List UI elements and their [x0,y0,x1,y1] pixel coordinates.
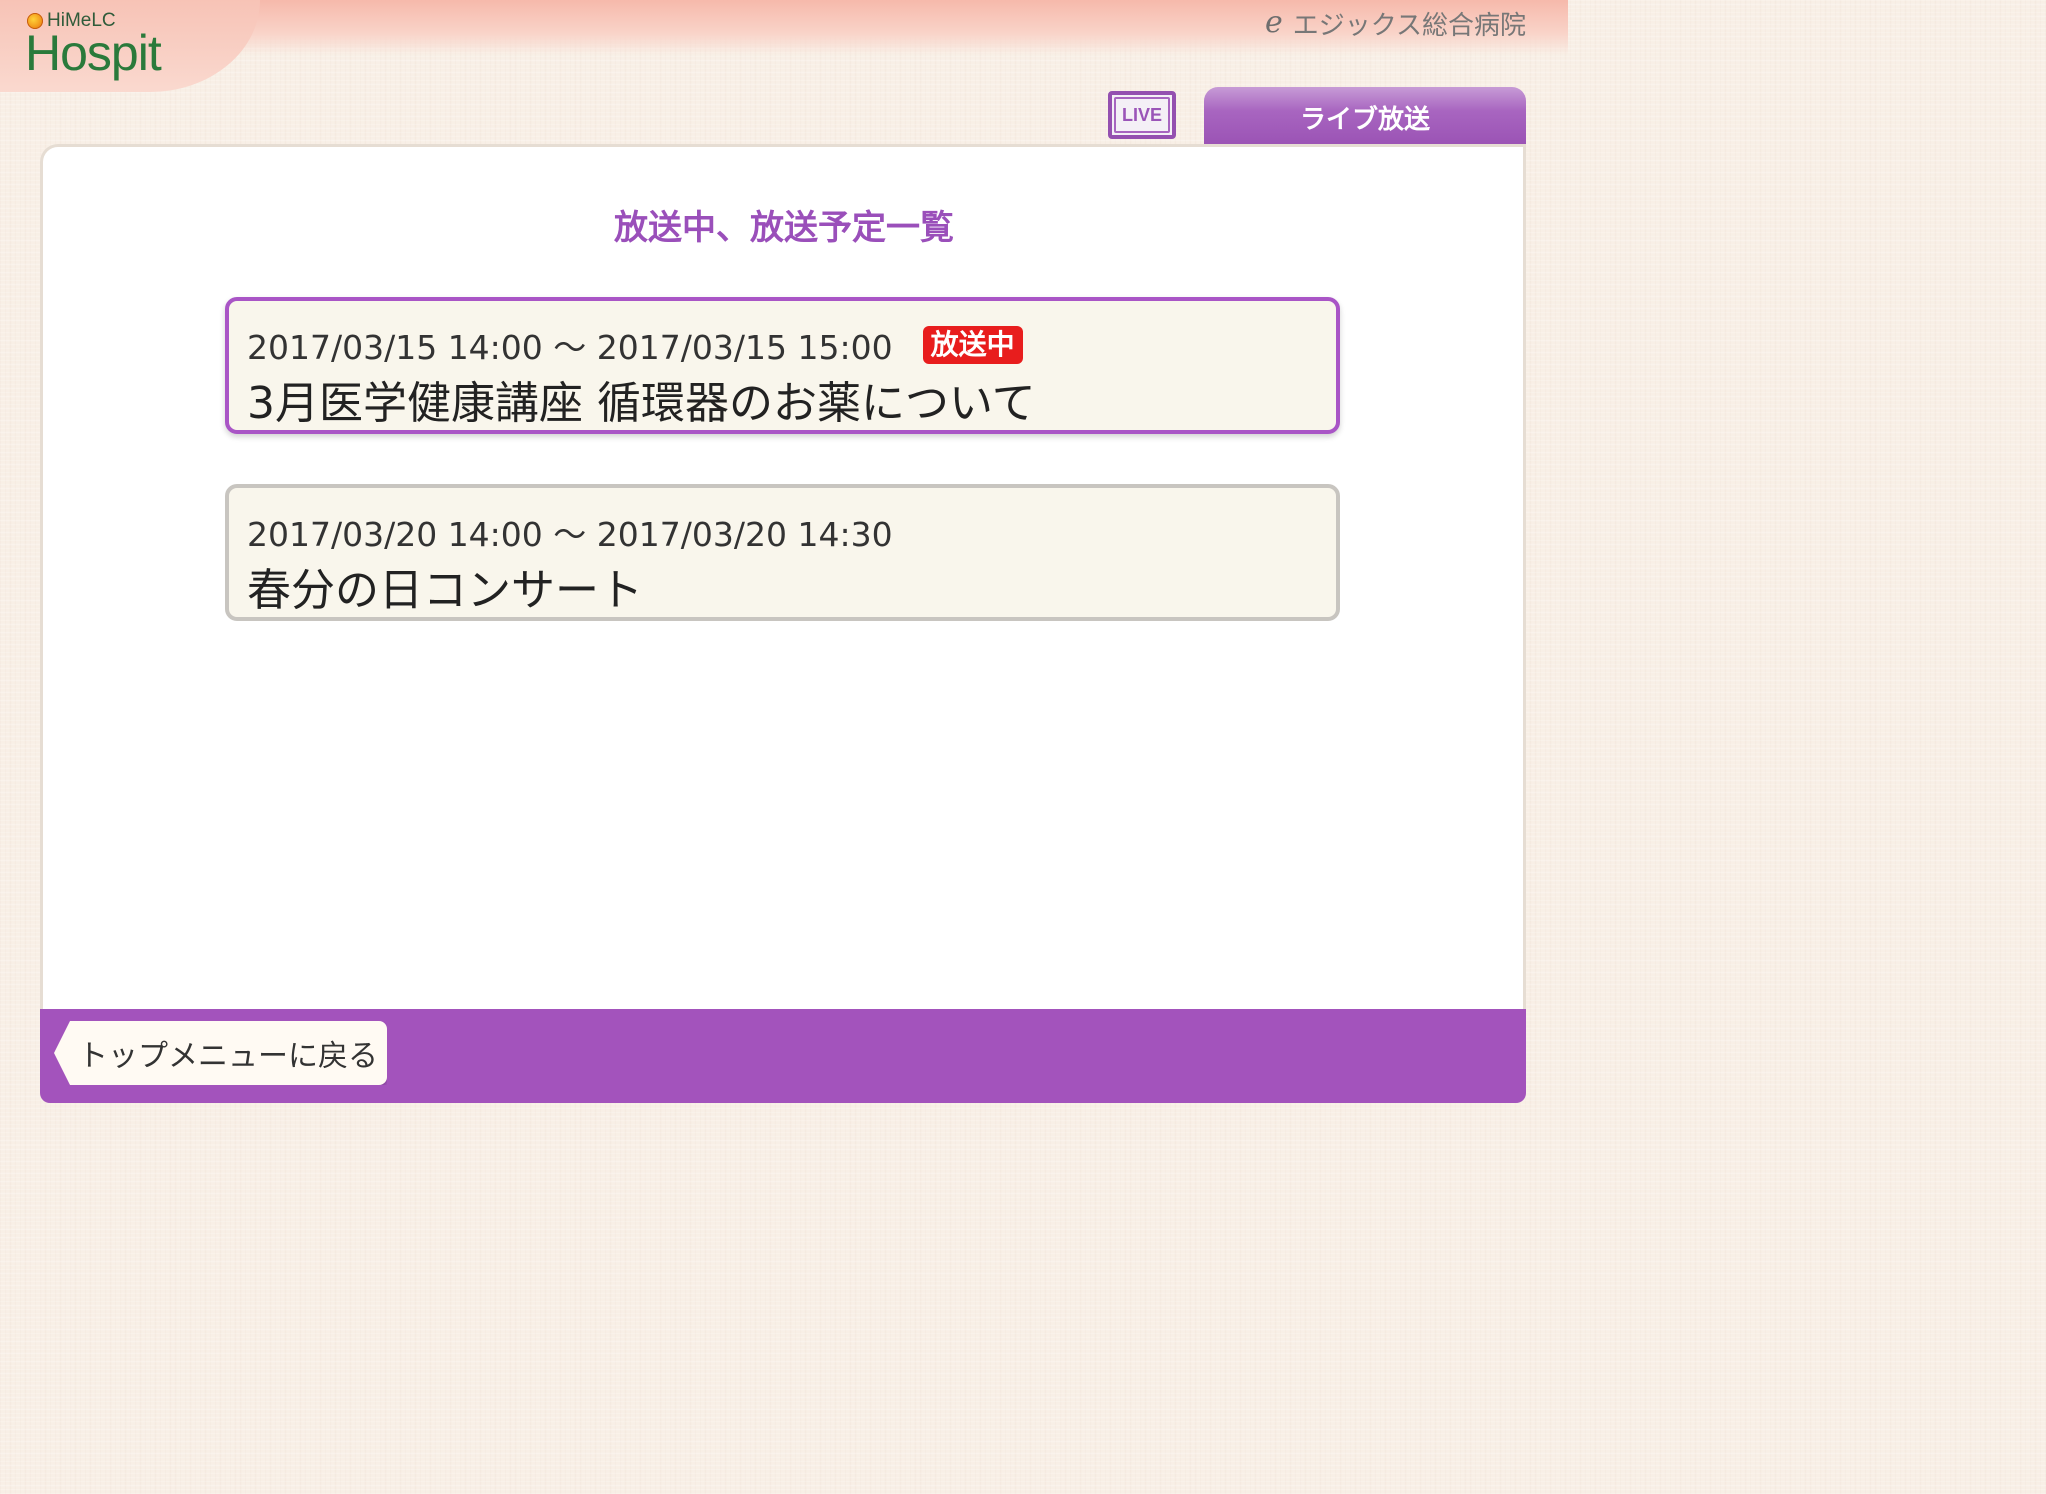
broadcast-time: 2017/03/20 14:00 〜 2017/03/20 14:30 [247,515,893,554]
broadcast-item-live[interactable]: 2017/03/15 14:00 〜 2017/03/15 15:00 放送中 … [225,297,1340,434]
back-button-label: トップメニューに戻る [78,1039,378,1074]
live-icon-text: LIVE [1121,104,1162,125]
live-icon: LIVE [1114,97,1170,133]
hospital-name: e エジックス総合病院 [1265,5,1526,41]
hospital-e-icon: e [1265,5,1283,40]
broadcast-item-scheduled[interactable]: 2017/03/20 14:00 〜 2017/03/20 14:30 春分の日… [225,484,1340,621]
on-air-badge: 放送中 [922,326,1023,364]
broadcast-title: 3月医学健康講座 循環器のお薬について [247,378,1036,429]
tab-live-broadcast-label: ライブ放送 [1299,104,1430,135]
logo-big-text: Hospit [25,25,162,81]
broadcast-title: 春分の日コンサート [247,565,643,616]
page-title: 放送中、放送予定一覧 [614,208,954,248]
tab-live-broadcast[interactable]: ライブ放送 [1204,87,1526,147]
broadcast-time-row: 2017/03/15 14:00 〜 2017/03/15 15:00 放送中 [247,321,1023,369]
live-button[interactable]: LIVE [1108,91,1176,139]
broadcast-time-row: 2017/03/20 14:00 〜 2017/03/20 14:30 [247,508,893,556]
back-to-top-menu-button[interactable]: トップメニューに戻る [54,1021,387,1085]
hospital-name-text: エジックス総合病院 [1292,10,1526,41]
broadcast-time: 2017/03/15 14:00 〜 2017/03/15 15:00 [247,328,893,367]
